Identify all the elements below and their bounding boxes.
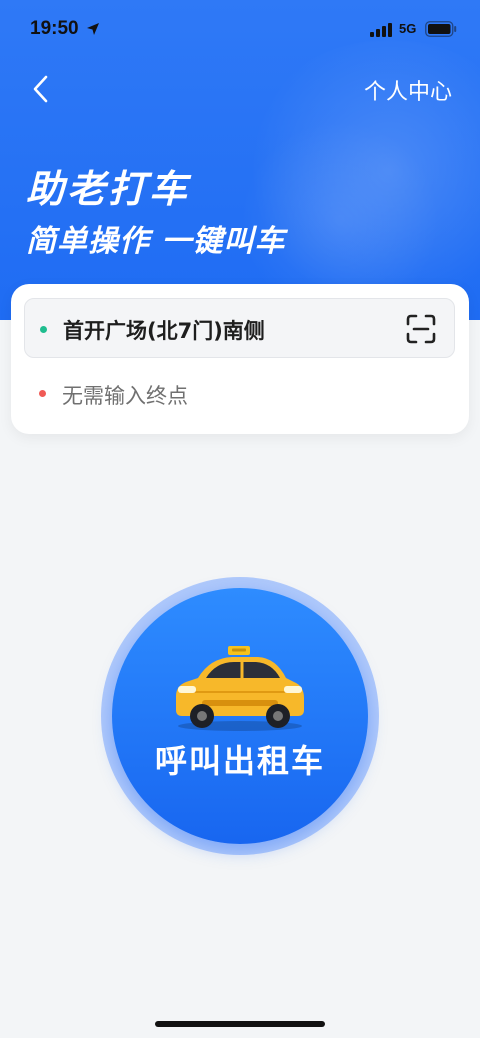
start-location-text: 首开广场(北7门)南侧 <box>63 319 265 343</box>
status-time: 19:50 <box>30 18 79 39</box>
page-subtitle: 简单操作 一键叫车 <box>26 224 286 259</box>
home-indicator <box>155 1021 325 1027</box>
end-dot <box>39 390 46 397</box>
network-type: 5G <box>399 21 417 36</box>
personal-center-link[interactable]: 个人中心 <box>364 74 452 106</box>
taxi-icon <box>176 646 304 731</box>
page-title: 助老打车 <box>26 167 191 211</box>
location-arrow-icon <box>87 23 99 35</box>
start-location-field[interactable]: 首开广场(北7门)南侧 <box>24 298 455 358</box>
battery-icon <box>425 21 457 37</box>
scan-icon[interactable] <box>405 313 437 345</box>
back-button[interactable] <box>28 72 58 106</box>
destination-placeholder: 无需输入终点 <box>62 384 188 408</box>
call-taxi-label: 呼叫出租车 <box>154 742 325 780</box>
chevron-left-icon <box>33 75 48 103</box>
destination-field[interactable]: 无需输入终点 <box>24 374 455 414</box>
status-bar: 19:50 5G <box>0 0 480 60</box>
signal-icon <box>370 23 392 37</box>
start-dot <box>40 326 47 333</box>
route-card: 首开广场(北7门)南侧 无需输入终点 <box>11 284 469 434</box>
